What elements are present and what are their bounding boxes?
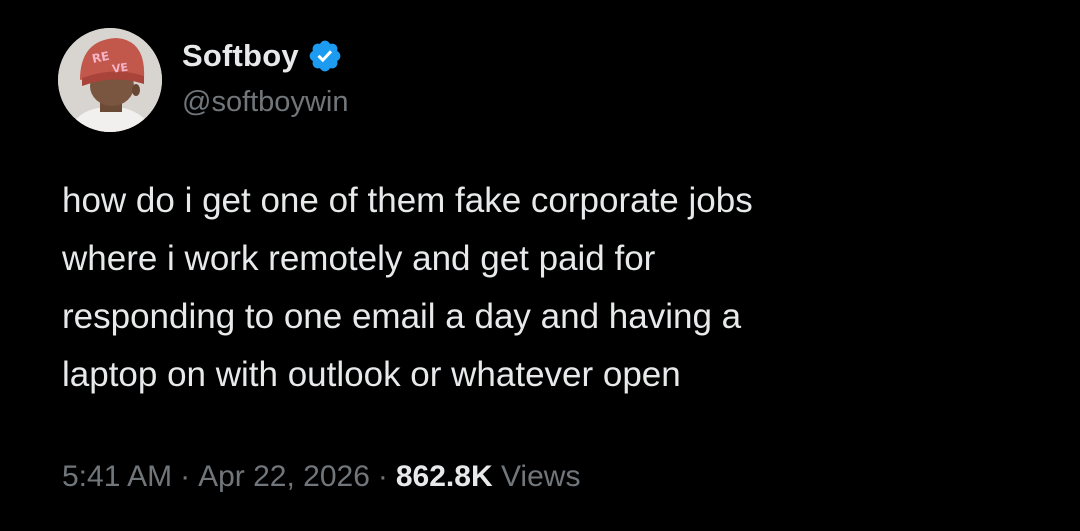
verified-badge-icon[interactable] [307,38,343,74]
meta-separator: · [180,460,191,493]
svg-text:VE: VE [111,61,129,76]
avatar[interactable]: RE VE [58,28,162,132]
views-count[interactable]: 862.8K [396,460,493,494]
tweet-text: how do i get one of them fake corporate … [62,181,753,394]
views-label[interactable]: Views [501,460,580,494]
author-name-row: Softboy [182,36,343,76]
tweet-date[interactable]: Apr 22, 2026 [198,460,370,494]
tweet-card: RE VE Softboy @softboywin how do i get o… [0,0,1080,531]
tweet-time[interactable]: 5:41 AM [62,460,172,494]
author-display-name[interactable]: Softboy [182,38,299,74]
avatar-image: RE VE [58,28,162,132]
author-handle[interactable]: @softboywin [182,86,348,119]
tweet-meta: 5:41 AM · Apr 22, 2026 · 862.8K Views [62,460,580,494]
meta-separator: · [377,460,388,493]
